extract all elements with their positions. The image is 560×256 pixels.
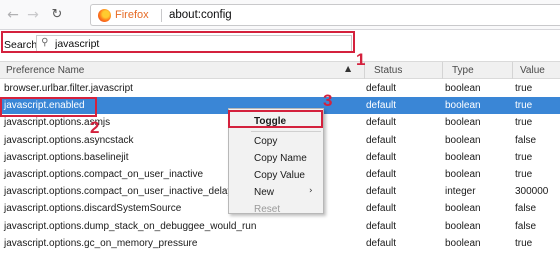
column-header-status[interactable]: Status	[374, 65, 402, 76]
pref-status: default	[366, 203, 397, 215]
annotation-box-toggle	[228, 110, 323, 128]
pref-value: true	[515, 237, 533, 249]
step-number-3: 3	[323, 91, 333, 110]
pref-type: boolean	[445, 117, 481, 129]
pref-status: default	[366, 237, 397, 249]
pref-type: boolean	[445, 134, 481, 146]
menu-item-copy-name[interactable]: Copy Name	[254, 153, 307, 164]
pref-status: default	[366, 83, 397, 94]
url-bar[interactable]: Firefox about:config	[90, 4, 560, 26]
pref-value: false	[515, 134, 537, 146]
pref-name: javascript.options.asyncstack	[4, 134, 134, 146]
pref-type: boolean	[445, 203, 481, 215]
menu-item-copy-value[interactable]: Copy Value	[254, 170, 305, 181]
menu-item-copy[interactable]: Copy	[254, 136, 277, 147]
pref-name: javascript.options.baselinejit	[4, 151, 129, 163]
firefox-logo-icon	[98, 9, 111, 22]
pref-value: true	[515, 151, 533, 163]
annotation-box-search	[1, 31, 355, 53]
pref-name: javascript.options.discardSystemSource	[4, 203, 182, 215]
pref-status: default	[366, 151, 397, 163]
pref-status: default	[366, 168, 397, 180]
pref-type: boolean	[445, 237, 481, 249]
pref-name: browser.urlbar.filter.javascript	[4, 83, 133, 94]
table-header: Preference Name ▲ Status Type Value	[0, 61, 560, 79]
pref-name: javascript.options.gc_on_memory_pressure	[4, 237, 198, 249]
pref-status: default	[366, 100, 397, 112]
pref-value: true	[515, 100, 533, 112]
table-row[interactable]: browser.urlbar.filter.javascript default…	[0, 80, 560, 97]
column-header-preference-name[interactable]: Preference Name	[6, 65, 84, 76]
pref-type: boolean	[445, 220, 481, 232]
step-number-1: 1	[356, 50, 366, 69]
pref-type: boolean	[445, 168, 481, 180]
url-separator	[161, 9, 162, 22]
reload-icon[interactable]: ↻	[48, 6, 66, 24]
column-header-type[interactable]: Type	[452, 65, 474, 76]
pref-value: true	[515, 117, 533, 129]
menu-item-reset: Reset	[254, 204, 281, 215]
back-arrow-icon[interactable]: ←	[4, 6, 22, 24]
pref-value: false	[515, 203, 537, 215]
column-header-value[interactable]: Value	[520, 65, 545, 76]
pref-status: default	[366, 220, 397, 232]
browser-brand-label: Firefox	[115, 9, 149, 21]
menu-item-new[interactable]: New	[254, 187, 274, 198]
menu-separator	[251, 131, 321, 132]
chevron-right-icon: ›	[309, 186, 313, 196]
pref-type: integer	[445, 186, 476, 198]
sort-ascending-icon: ▲	[345, 64, 352, 73]
step-number-2: 2	[90, 118, 100, 137]
browser-toolbar: ← → ↻ Firefox about:config	[0, 0, 560, 30]
pref-name: javascript.options.dump_stack_on_debugge…	[4, 220, 257, 232]
pref-name: javascript.options.compact_on_user_inact…	[4, 168, 203, 180]
pref-status: default	[366, 134, 397, 146]
table-row[interactable]: javascript.options.dump_stack_on_debugge…	[0, 218, 560, 235]
pref-value: true	[515, 83, 533, 94]
table-row[interactable]: javascript.options.gc_on_memory_pressure…	[0, 235, 560, 252]
pref-status: default	[366, 117, 397, 129]
pref-value: 300000	[515, 186, 549, 198]
pref-type: boolean	[445, 151, 481, 163]
column-divider[interactable]	[512, 62, 513, 79]
annotation-box-row	[0, 97, 97, 117]
url-text[interactable]: about:config	[169, 9, 232, 21]
column-divider[interactable]	[442, 62, 443, 79]
pref-name: javascript.options.compact_on_user_inact…	[4, 186, 233, 198]
forward-arrow-icon[interactable]: →	[24, 6, 42, 24]
pref-value: true	[515, 168, 533, 180]
pref-type: boolean	[445, 100, 481, 112]
pref-status: default	[366, 186, 397, 198]
pref-value: false	[515, 220, 537, 232]
pref-type: boolean	[445, 83, 481, 94]
